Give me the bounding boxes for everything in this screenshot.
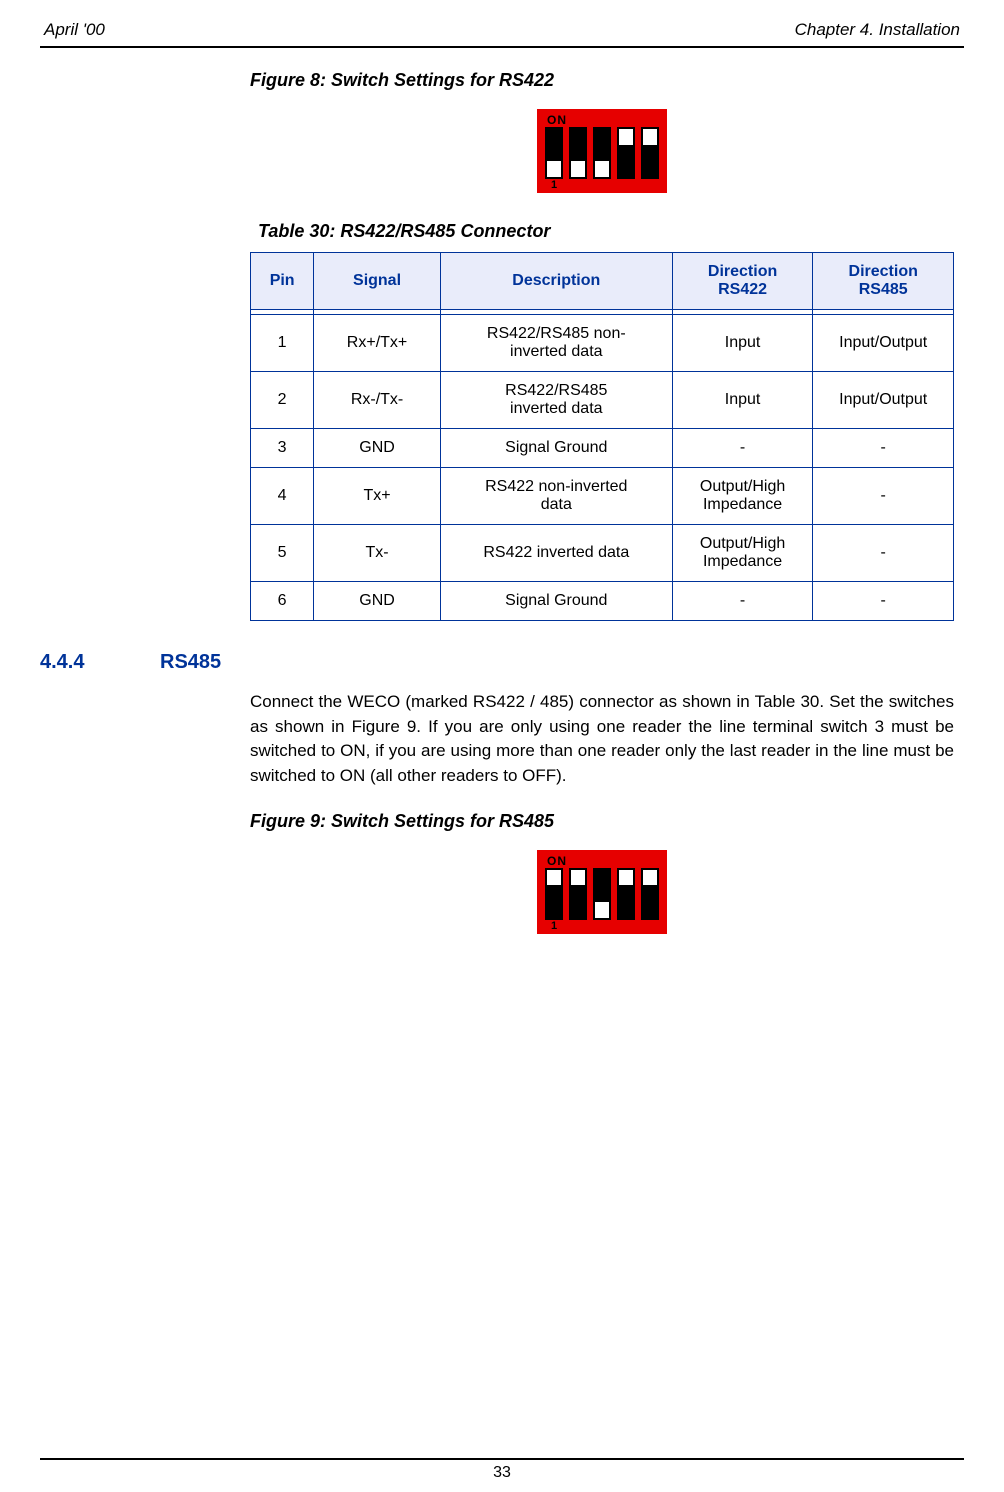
dip-slot-5 — [641, 127, 659, 179]
th-description: Description — [440, 253, 672, 310]
header-right: Chapter 4. Installation — [795, 20, 960, 40]
table-row: 2 Rx-/Tx- RS422/RS485inverted data Input… — [251, 372, 954, 429]
table-row: 1 Rx+/Tx+ RS422/RS485 non-inverted data … — [251, 315, 954, 372]
header-left: April '00 — [44, 20, 105, 40]
footer-rule — [40, 1458, 964, 1460]
dip-slot-1 — [545, 868, 563, 920]
figure8-caption: Figure 8: Switch Settings for RS422 — [250, 70, 954, 91]
dip-on-label: ON — [547, 854, 567, 868]
th-dir485: DirectionRS485 — [813, 253, 954, 310]
section-title: RS485 — [160, 651, 221, 674]
table30-caption: Table 30: RS422/RS485 Connector — [258, 221, 954, 242]
dip-slot-1 — [545, 127, 563, 179]
page-header: April '00 Chapter 4. Installation — [40, 20, 964, 42]
dip-slot-2 — [569, 127, 587, 179]
th-pin: Pin — [251, 253, 314, 310]
dip-one-label: 1 — [551, 920, 557, 932]
th-dir422: DirectionRS422 — [672, 253, 813, 310]
dip-slot-4 — [617, 127, 635, 179]
table-header-row: Pin Signal Description DirectionRS422 Di… — [251, 253, 954, 310]
table-row: 4 Tx+ RS422 non-inverteddata Output/High… — [251, 468, 954, 525]
page-number: 33 — [40, 1464, 964, 1482]
dip-one-label: 1 — [551, 179, 557, 191]
dip-on-label: ON — [547, 113, 567, 127]
table-row: 5 Tx- RS422 inverted data Output/HighImp… — [251, 525, 954, 582]
section-heading: 4.4.4 RS485 — [40, 651, 964, 674]
figure9-caption: Figure 9: Switch Settings for RS485 — [250, 811, 954, 832]
th-signal: Signal — [314, 253, 441, 310]
table-row: 6 GND Signal Ground - - — [251, 582, 954, 621]
table30: Pin Signal Description DirectionRS422 Di… — [250, 252, 954, 621]
body-paragraph: Connect the WECO (marked RS422 / 485) co… — [250, 690, 954, 789]
dip-slot-4 — [617, 868, 635, 920]
table-row: 3 GND Signal Ground - - — [251, 429, 954, 468]
dip-slot-2 — [569, 868, 587, 920]
dip-switch-rs485: ON 1 — [537, 850, 667, 934]
dip-slot-3 — [593, 868, 611, 920]
dip-slot-5 — [641, 868, 659, 920]
dip-slot-3 — [593, 127, 611, 179]
section-number: 4.4.4 — [40, 651, 160, 674]
dip-switch-rs422: ON 1 — [537, 109, 667, 193]
